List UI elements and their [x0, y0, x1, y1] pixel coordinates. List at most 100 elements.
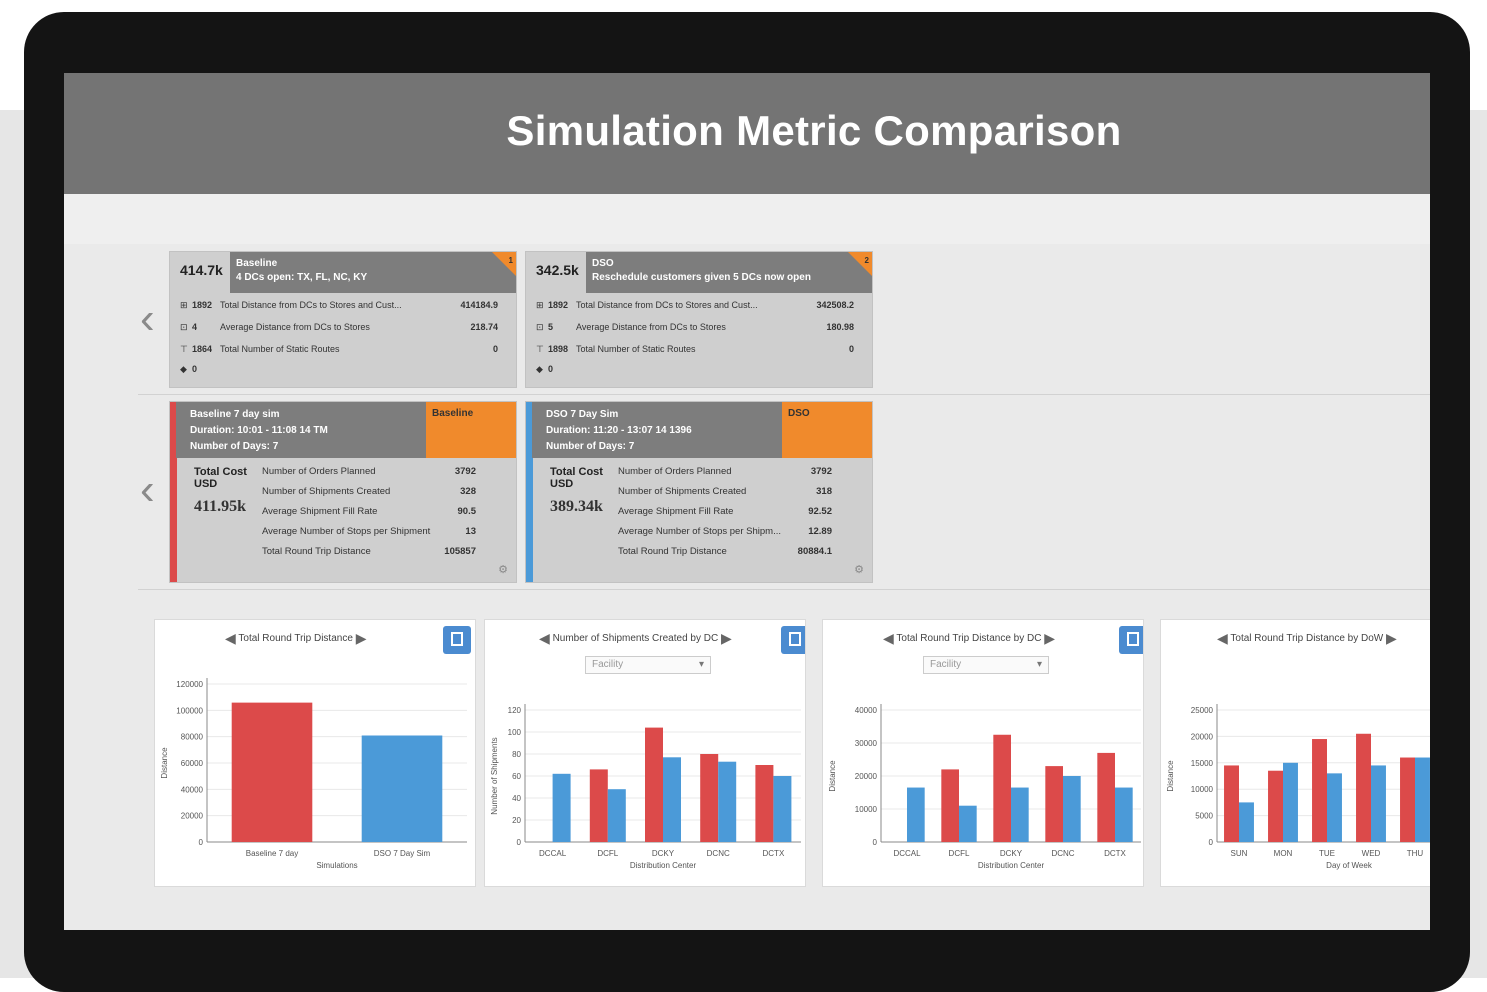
chart-svg: 0 5000 10000 15000 20000 25000 SUN MON TUE WED THU… — [1166, 704, 1430, 870]
bar — [663, 757, 681, 842]
x-tick-label: DCNC — [1051, 849, 1074, 858]
chart-svg: 0 20000 40000 60000 80000 100000 120000 Baselin… — [160, 678, 467, 870]
scenario-card[interactable]: 414.7k Baseline 4 DCs open: TX, FL, NC, … — [169, 251, 517, 388]
scenario-description: 4 DCs open: TX, FL, NC, KY — [236, 272, 368, 283]
scenario-header: DSO Reschedule customers given 5 DCs now… — [586, 252, 872, 293]
y-axis-label: Distance — [160, 747, 169, 779]
y-tick-label: 10000 — [855, 805, 878, 814]
y-tick-label: 0 — [517, 838, 522, 847]
bar — [959, 805, 977, 842]
bar — [1268, 770, 1283, 842]
metric-label: Total Distance from DCs to Stores and Cu… — [576, 300, 758, 310]
scenario-number: 2 — [864, 256, 869, 265]
currency-label: USD — [194, 478, 218, 490]
diamond-icon: ◆ — [180, 364, 187, 374]
x-tick-label: DCTX — [763, 849, 785, 858]
simulation-stat-row: Total Round Trip Distance 80884.1 — [618, 546, 832, 564]
stat-label: Number of Shipments Created — [618, 486, 747, 497]
route-icon: ⊤ — [536, 344, 544, 354]
scenario-metric-row: ⊡ 5 Average Distance from DCs to Stores 180… — [536, 322, 860, 340]
y-tick-label: 20000 — [181, 812, 204, 821]
metric-label: Total Distance from DCs to Stores and Cu… — [220, 300, 402, 310]
bar — [1097, 752, 1115, 842]
route-icon: ⊤ — [180, 344, 188, 354]
metric-label: Average Distance from DCs to Stores — [220, 322, 370, 332]
gear-icon[interactable]: ⚙ — [498, 563, 508, 576]
bar — [700, 754, 719, 842]
metric-count: 4 — [192, 322, 198, 332]
stat-label: Average Number of Stops per Shipm... — [618, 526, 781, 537]
bar — [773, 776, 792, 842]
stat-label: Number of Orders Planned — [262, 466, 376, 477]
scenario-description: Reschedule customers given 5 DCs now ope… — [592, 272, 811, 283]
y-tick-label: 0 — [1209, 838, 1214, 847]
stat-value: 3792 — [810, 466, 832, 477]
bar — [645, 727, 663, 842]
y-tick-label: 40000 — [855, 706, 878, 715]
scenario-metric-row: ⊞ 1892 Total Distance from DCs to Stores a… — [536, 300, 860, 318]
simulation-stat-row: Average Shipment Fill Rate 92.52 — [618, 506, 832, 524]
total-cost-label: Total Cost USD — [550, 466, 603, 490]
total-cost-caption: Total Cost — [194, 466, 247, 478]
simulation-stat-row: Number of Orders Planned 3792 — [618, 466, 832, 484]
simulation-card[interactable]: DSO 7 Day Sim Duration: 11:20 - 13:07 14… — [525, 401, 873, 583]
bar — [755, 765, 774, 842]
y-tick-label: 5000 — [1195, 812, 1213, 821]
header-spacer — [64, 194, 1430, 244]
stat-label: Average Number of Stops per Shipment — [262, 526, 431, 537]
bar — [361, 735, 443, 842]
x-axis-label: Distribution Center — [978, 861, 1045, 870]
x-tick-label: DCKY — [1000, 849, 1023, 858]
simulation-scenario-tag: DSO — [782, 402, 872, 458]
bar — [1115, 787, 1133, 842]
y-tick-label: 120000 — [176, 680, 203, 689]
x-tick-label: SUN — [1231, 849, 1248, 858]
stat-label: Number of Shipments Created — [262, 486, 391, 497]
simulation-name: DSO 7 Day Sim — [546, 409, 619, 420]
x-tick-label: THU — [1407, 849, 1424, 858]
metric-value: 342508.2 — [816, 300, 854, 310]
y-tick-label: 40000 — [181, 785, 204, 794]
bar — [1011, 787, 1029, 842]
scenario-card[interactable]: 342.5k DSO Reschedule customers given 5 … — [525, 251, 873, 388]
simulation-card[interactable]: Baseline 7 day sim Duration: 10:01 - 11:… — [169, 401, 517, 583]
simulation-scenario-tag: Baseline — [426, 402, 516, 458]
x-tick-label: DCTX — [1104, 849, 1126, 858]
y-tick-label: 20000 — [855, 772, 878, 781]
simulation-stat-row: Average Number of Stops per Shipm... 12.8… — [618, 526, 832, 544]
x-tick-label: Baseline 7 day — [246, 849, 298, 858]
scenario-total: 342.5k — [536, 262, 579, 278]
simulation-prev-arrow-icon[interactable]: ‹ — [140, 468, 155, 512]
metric-value: 414184.9 — [460, 300, 498, 310]
x-axis-label: Simulations — [316, 861, 357, 870]
bar — [1283, 762, 1298, 842]
x-tick-label: DSO 7 Day Sim — [374, 849, 431, 858]
app-header: Simulation Metric Comparison — [64, 73, 1430, 194]
x-tick-label: DCCAL — [893, 849, 921, 858]
x-tick-label: DCFL — [597, 849, 618, 858]
x-tick-label: DCFL — [949, 849, 970, 858]
stat-value: 13 — [465, 526, 476, 537]
y-axis-label: Distance — [828, 760, 837, 792]
chart-panel: ◀ Total Round Trip Distance by DC ▶ Faci… — [822, 619, 1144, 887]
stat-label: Total Round Trip Distance — [618, 546, 727, 557]
bar — [231, 702, 313, 842]
scenario-prev-arrow-icon[interactable]: ‹ — [140, 297, 155, 341]
metric-count: 1864 — [192, 344, 213, 354]
currency-label: USD — [550, 478, 574, 490]
gear-icon[interactable]: ⚙ — [854, 563, 864, 576]
y-tick-label: 60000 — [181, 759, 204, 768]
y-tick-label: 100 — [508, 728, 522, 737]
y-tick-label: 20000 — [1191, 732, 1214, 741]
simulation-stat-row: Total Round Trip Distance 105857 — [262, 546, 476, 564]
bar — [907, 787, 925, 842]
x-tick-label: DCNC — [707, 849, 730, 858]
stat-value: 80884.1 — [797, 546, 832, 557]
metric-count: 1898 — [548, 344, 569, 354]
x-tick-label: TUE — [1319, 849, 1335, 858]
x-tick-label: DCCAL — [539, 849, 567, 858]
simulation-days: Number of Days: 7 — [546, 441, 635, 452]
y-tick-label: 30000 — [855, 739, 878, 748]
y-tick-label: 80 — [512, 750, 521, 759]
bar — [552, 773, 571, 842]
